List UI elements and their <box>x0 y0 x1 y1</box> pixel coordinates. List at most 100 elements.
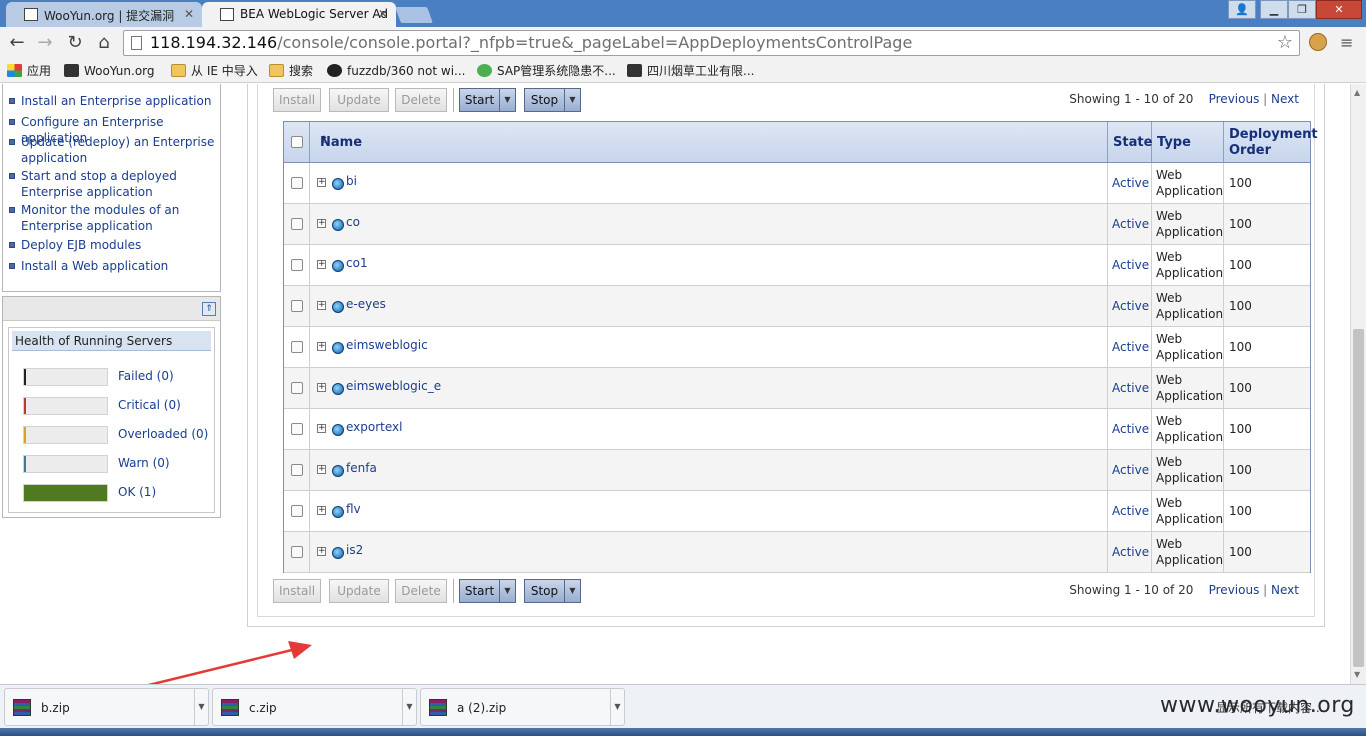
tab-close-icon[interactable]: ✕ <box>184 7 194 21</box>
expand-plus-icon[interactable]: + <box>317 506 326 515</box>
row-checkbox[interactable] <box>291 546 303 558</box>
update-button[interactable]: Update <box>329 88 389 112</box>
tab-wooyun[interactable]: WooYun.org | 提交漏洞 ✕ <box>6 2 202 27</box>
install-button[interactable]: Install <box>273 88 321 112</box>
row-checkbox[interactable] <box>291 464 303 476</box>
app-name-link[interactable]: fenfa <box>346 461 377 475</box>
row-checkbox[interactable] <box>291 259 303 271</box>
chevron-down-icon[interactable]: ▼ <box>499 580 515 602</box>
howto-link[interactable]: Deploy EJB modules <box>9 237 217 253</box>
cookie-extension-icon[interactable] <box>1309 33 1327 51</box>
pager-previous-link[interactable]: Previous <box>1209 92 1260 106</box>
address-bar[interactable]: 118.194.32.146/console/console.portal?_n… <box>123 30 1300 56</box>
state-link[interactable]: Active <box>1112 340 1149 354</box>
scrollbar-thumb[interactable] <box>1353 329 1364 667</box>
chevron-down-icon[interactable]: ▼ <box>194 689 208 725</box>
collapse-icon[interactable]: ⇑ <box>202 302 216 316</box>
chevron-down-icon[interactable]: ▼ <box>402 689 416 725</box>
scroll-up-icon[interactable]: ▲ <box>1354 88 1360 97</box>
bookmark-ie-import[interactable]: 从 IE 中导入 <box>171 62 258 80</box>
row-checkbox[interactable] <box>291 341 303 353</box>
expand-plus-icon[interactable]: + <box>317 383 326 392</box>
bookmark-fuzzdb[interactable]: fuzzdb/360 not wi... <box>327 62 465 80</box>
app-name-link[interactable]: bi <box>346 174 357 188</box>
download-item[interactable]: c.zip ▼ <box>212 688 417 726</box>
health-label[interactable]: OK (1) <box>118 485 156 499</box>
select-all-checkbox[interactable] <box>291 136 303 148</box>
row-checkbox[interactable] <box>291 423 303 435</box>
app-name-link[interactable]: e-eyes <box>346 297 386 311</box>
header-state[interactable]: State <box>1108 122 1152 162</box>
install-button[interactable]: Install <box>273 579 321 603</box>
expand-plus-icon[interactable]: + <box>317 219 326 228</box>
bookmark-search[interactable]: 搜索 <box>269 62 313 80</box>
howto-link[interactable]: Update (redeploy) an Enterprise applicat… <box>9 134 217 166</box>
state-link[interactable]: Active <box>1112 217 1149 231</box>
reload-icon[interactable]: ↻ <box>64 32 86 54</box>
state-link[interactable]: Active <box>1112 299 1149 313</box>
expand-plus-icon[interactable]: + <box>317 301 326 310</box>
header-name[interactable]: Name ⇑ <box>310 122 1108 162</box>
state-link[interactable]: Active <box>1112 176 1149 190</box>
user-icon[interactable]: 👤 <box>1228 0 1256 19</box>
pager-previous-link[interactable]: Previous <box>1209 583 1260 597</box>
row-checkbox[interactable] <box>291 505 303 517</box>
app-name-link[interactable]: is2 <box>346 543 363 557</box>
state-link[interactable]: Active <box>1112 545 1149 559</box>
bookmark-apps[interactable]: 应用 <box>7 62 51 80</box>
back-icon[interactable]: ← <box>6 32 28 54</box>
bookmark-wooyun[interactable]: WooYun.org <box>64 62 155 80</box>
health-label[interactable]: Warn (0) <box>118 456 170 470</box>
delete-button[interactable]: Delete <box>395 88 447 112</box>
expand-plus-icon[interactable]: + <box>317 547 326 556</box>
howto-link[interactable]: Install an Enterprise application <box>9 93 217 109</box>
health-label[interactable]: Critical (0) <box>118 398 181 412</box>
chevron-down-icon[interactable]: ▼ <box>564 89 580 111</box>
app-name-link[interactable]: eimsweblogic_e <box>346 379 441 393</box>
expand-plus-icon[interactable]: + <box>317 342 326 351</box>
scroll-down-icon[interactable]: ▼ <box>1354 670 1360 679</box>
tab-close-icon[interactable]: ✕ <box>378 7 388 21</box>
state-link[interactable]: Active <box>1112 258 1149 272</box>
pager-next-link[interactable]: Next <box>1271 583 1299 597</box>
start-button[interactable]: Start ▼ <box>459 88 516 112</box>
expand-plus-icon[interactable]: + <box>317 424 326 433</box>
howto-link[interactable]: Install a Web application <box>9 258 217 274</box>
expand-plus-icon[interactable]: + <box>317 260 326 269</box>
expand-plus-icon[interactable]: + <box>317 465 326 474</box>
tab-weblogic[interactable]: BEA WebLogic Server Ad ✕ <box>202 2 396 27</box>
app-name-link[interactable]: flv <box>346 502 361 516</box>
home-icon[interactable]: ⌂ <box>93 32 115 54</box>
pager-next-link[interactable]: Next <box>1271 92 1299 106</box>
expand-plus-icon[interactable]: + <box>317 178 326 187</box>
chevron-down-icon[interactable]: ▼ <box>564 580 580 602</box>
row-checkbox[interactable] <box>291 300 303 312</box>
download-item[interactable]: b.zip ▼ <box>4 688 209 726</box>
bookmark-sap[interactable]: SAP管理系统隐患不... <box>477 62 616 80</box>
health-label[interactable]: Overloaded (0) <box>118 427 208 441</box>
menu-icon[interactable]: ≡ <box>1340 33 1353 52</box>
stop-button[interactable]: Stop ▼ <box>524 579 581 603</box>
health-label[interactable]: Failed (0) <box>118 369 174 383</box>
state-link[interactable]: Active <box>1112 463 1149 477</box>
header-type[interactable]: Type <box>1152 122 1224 162</box>
app-name-link[interactable]: eimsweblogic <box>346 338 428 352</box>
chevron-down-icon[interactable]: ▼ <box>499 89 515 111</box>
window-close-icon[interactable]: ✕ <box>1316 0 1362 19</box>
app-name-link[interactable]: co <box>346 215 360 229</box>
app-name-link[interactable]: exportexl <box>346 420 402 434</box>
howto-link[interactable]: Start and stop a deployed Enterprise app… <box>9 168 217 200</box>
start-button[interactable]: Start ▼ <box>459 579 516 603</box>
state-link[interactable]: Active <box>1112 504 1149 518</box>
chevron-down-icon[interactable]: ▼ <box>610 689 624 725</box>
app-name-link[interactable]: co1 <box>346 256 368 270</box>
bookmark-sichuan[interactable]: 四川烟草工业有限... <box>627 62 754 80</box>
state-link[interactable]: Active <box>1112 381 1149 395</box>
row-checkbox[interactable] <box>291 218 303 230</box>
delete-button[interactable]: Delete <box>395 579 447 603</box>
vertical-scrollbar[interactable]: ▲ ▼ <box>1350 84 1366 684</box>
download-item[interactable]: a (2).zip ▼ <box>420 688 625 726</box>
update-button[interactable]: Update <box>329 579 389 603</box>
header-deployment-order[interactable]: Deployment Order <box>1224 122 1318 162</box>
row-checkbox[interactable] <box>291 177 303 189</box>
